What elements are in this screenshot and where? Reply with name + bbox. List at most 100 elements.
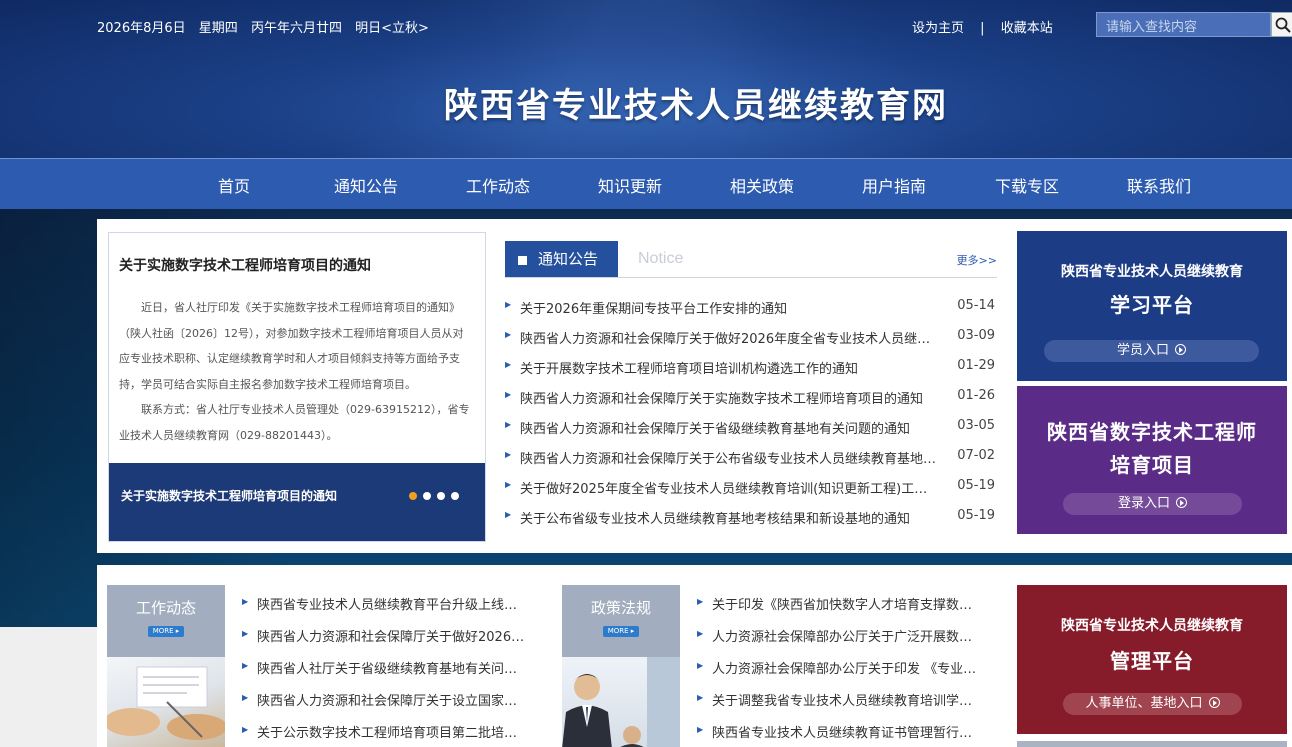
handshake-paper-image xyxy=(107,666,225,740)
notice-title[interactable]: 关于开展数字技术工程师培育项目培训机构遴选工作的通知 xyxy=(520,358,940,377)
list-item[interactable]: ▶ 陕西省人力资源和社会保障厅关于公布省级专业技术人员继续教育基地的通知 07-02 xyxy=(505,443,997,473)
notice-title[interactable]: 陕西省人力资源和社会保障厅关于省级继续教育基地有关问题的通知 xyxy=(520,418,940,437)
arrow-right-icon xyxy=(1175,344,1186,355)
notice-title[interactable]: 陕西省人力资源和社会保障厅关于实施数字技术工程师培育项目的通知 xyxy=(520,388,940,407)
management-platform-box[interactable]: 陕西省专业技术人员继续教育 管理平台 人事单位、基地入口 xyxy=(1017,585,1287,734)
date-text: 2026年8月6日 xyxy=(97,21,186,36)
notice-title[interactable]: 陕西省人力资源和社会保障厅关于做好2026年度全省专业技术人员继续教育工作的通知 xyxy=(520,328,940,347)
policy-title-item[interactable]: 人力资源社会保障部办公厅关于印发 《专业技术人员继续教育规定》的通知 xyxy=(712,658,982,677)
nav-work[interactable]: 工作动态 xyxy=(466,173,530,197)
notice-tab[interactable]: 通知公告 xyxy=(505,241,618,277)
digital-engineer-box[interactable]: 陕西省数字技术工程师 培育项目 登录入口 xyxy=(1017,386,1287,534)
bullet-icon: ▶ xyxy=(505,300,512,309)
list-item[interactable]: ▶ 关于公布省级专业技术人员继续教育基地考核结果和新设基地的通知 05-19 xyxy=(505,503,997,533)
notice-more-link[interactable]: 更多>> xyxy=(957,252,997,268)
list-item[interactable]: ▶ 关于开展数字技术工程师培育项目培训机构遴选工作的通知 01-29 xyxy=(505,353,997,383)
bullet-icon: ▶ xyxy=(697,629,704,638)
search-input[interactable]: 请输入查找内容 xyxy=(1096,12,1271,37)
study-platform-box[interactable]: 陕西省专业技术人员继续教育 学习平台 学员入口 xyxy=(1017,231,1287,381)
list-item[interactable]: ▶ 人力资源社会保障部办公厅关于印发 《专业技术人员继续教育规定》的通知 xyxy=(697,658,982,690)
slider-dot[interactable] xyxy=(451,492,459,500)
list-item[interactable]: ▶ 关于公示数字技术工程师培育项目第二批培训机构的公告 xyxy=(242,722,527,747)
work-more-button[interactable]: MORE ▸ xyxy=(148,626,184,637)
list-item[interactable]: ▶ 人力资源社会保障部办公厅关于广泛开展数字技术工程师培育项目的通知 xyxy=(697,626,982,658)
slider-dot[interactable] xyxy=(437,492,445,500)
bullet-icon: ▶ xyxy=(505,390,512,399)
student-login-button[interactable]: 学员入口 xyxy=(1044,340,1259,362)
nav-notice[interactable]: 通知公告 xyxy=(334,173,398,197)
management-login-button[interactable]: 人事单位、基地入口 xyxy=(1063,693,1242,715)
policy-header[interactable]: 政策法规 MORE ▸ xyxy=(562,585,680,657)
bullet-icon: ▶ xyxy=(505,510,512,519)
list-item[interactable]: ▶ 关于做好2025年度全省专业技术人员继续教育培训(知识更新工程)工作的通知 05… xyxy=(505,473,997,503)
nav-policy[interactable]: 相关政策 xyxy=(730,173,794,197)
digital-login-label: 登录入口 xyxy=(1117,496,1170,511)
list-item[interactable]: ▶ 陕西省人力资源和社会保障厅关于设立国家级专业技术人员继续教育基地的通知 xyxy=(242,690,527,722)
list-item[interactable]: ▶ 陕西省人社厅关于省级继续教育基地有关问题的通知 xyxy=(242,658,527,690)
list-item[interactable]: ▶ 陕西省专业技术人员继续教育平台升级上线的公告 xyxy=(242,594,527,626)
featured-slider[interactable]: 关于实施数字技术工程师培育项目的通知 近日，省人社厅印发《关于实施数字技术工程师… xyxy=(108,232,486,542)
policy-title-item[interactable]: 人力资源社会保障部办公厅关于广泛开展数字技术工程师培育项目的通知 xyxy=(712,626,982,645)
notice-list: ▶ 关于2026年重保期间专技平台工作安排的通知 05-14 ▶ 陕西省人力资源和社会… xyxy=(505,293,997,533)
list-item[interactable]: ▶ 陕西省人力资源和社会保障厅关于实施数字技术工程师培育项目的通知 01-26 xyxy=(505,383,997,413)
work-news-title-item[interactable]: 陕西省专业技术人员继续教育平台升级上线的公告 xyxy=(257,594,527,613)
study-platform-title: 学习平台 xyxy=(1110,293,1194,317)
list-item[interactable]: ▶ 陕西省人力资源和社会保障厅关于做好2026年度专业技术人员继续教育工作的通知 xyxy=(242,626,527,658)
notice-title[interactable]: 关于做好2025年度全省专业技术人员继续教育培训(知识更新工程)工作的通知 xyxy=(520,478,940,497)
bullet-icon: ▶ xyxy=(242,597,249,606)
search-icon xyxy=(1275,17,1291,33)
notice-title[interactable]: 关于2026年重保期间专技平台工作安排的通知 xyxy=(520,298,940,317)
digital-login-button[interactable]: 登录入口 xyxy=(1063,493,1242,515)
bullet-icon: ▶ xyxy=(242,629,249,638)
bullet-icon: ▶ xyxy=(697,597,704,606)
list-item[interactable]: ▶ 陕西省人力资源和社会保障厅关于做好2026年度全省专业技术人员继续教育工作的通… xyxy=(505,323,997,353)
nav-home[interactable]: 首页 xyxy=(218,173,250,197)
arrow-right-icon xyxy=(1176,497,1187,508)
list-item[interactable]: ▶ 陕西省专业技术人员继续教育证书管理暂行办法 xyxy=(697,722,982,747)
nav-knowledge[interactable]: 知识更新 xyxy=(598,173,662,197)
set-home-link[interactable]: 设为主页 xyxy=(912,21,964,36)
policy-more-button[interactable]: MORE ▸ xyxy=(603,626,639,637)
bullet-icon: ▶ xyxy=(697,725,704,734)
nav-contact[interactable]: 联系我们 xyxy=(1127,173,1191,197)
bookmark-link[interactable]: 收藏本站 xyxy=(1001,21,1053,36)
policy-title-item[interactable]: 关于印发《陕西省加快数字人才培育支撑数字经济发展实施方案》的通知 xyxy=(712,594,982,613)
policy-title-item[interactable]: 关于调整我省专业技术人员继续教育培训学时有关问题的通知 xyxy=(712,690,982,709)
work-news-title-item[interactable]: 陕西省人力资源和社会保障厅关于设立国家级专业技术人员继续教育基地的通知 xyxy=(257,690,527,709)
slide-caption-bar: 关于实施数字技术工程师培育项目的通知 xyxy=(109,463,485,541)
notice-date: 03-05 xyxy=(957,418,995,433)
notice-title[interactable]: 陕西省人力资源和社会保障厅关于公布省级专业技术人员继续教育基地的通知 xyxy=(520,448,940,467)
date-line: 2026年8月6日 星期四 丙午年六月廿四 明日<立秋> xyxy=(97,17,438,36)
notice-english-label: Notice xyxy=(638,250,684,267)
notice-title[interactable]: 关于公布省级专业技术人员继续教育基地考核结果和新设基地的通知 xyxy=(520,508,940,527)
work-news-title-item[interactable]: 陕西省人社厅关于省级继续教育基地有关问题的通知 xyxy=(257,658,527,677)
notice-date: 05-14 xyxy=(957,298,995,313)
policy-image xyxy=(562,657,680,747)
notice-date: 01-29 xyxy=(957,358,995,373)
policy-title: 政策法规 xyxy=(590,599,651,617)
nav-download[interactable]: 下载专区 xyxy=(995,173,1059,197)
slide-caption[interactable]: 关于实施数字技术工程师培育项目的通知 xyxy=(121,487,337,504)
work-news-image xyxy=(107,657,225,747)
nav-guide[interactable]: 用户指南 xyxy=(862,173,926,197)
student-login-label: 学员入口 xyxy=(1116,343,1169,358)
list-item[interactable]: ▶ 关于2026年重保期间专技平台工作安排的通知 05-14 xyxy=(505,293,997,323)
bullet-icon: ▶ xyxy=(505,450,512,459)
slider-dot-active[interactable] xyxy=(409,492,417,500)
list-item[interactable]: ▶ 陕西省人力资源和社会保障厅关于省级继续教育基地有关问题的通知 03-05 xyxy=(505,413,997,443)
digital-engineer-subtitle: 培育项目 xyxy=(1110,453,1194,477)
top-links: 设为主页 | 收藏本站 xyxy=(912,17,1053,36)
work-news-title-item[interactable]: 关于公示数字技术工程师培育项目第二批培训机构的公告 xyxy=(257,722,527,741)
notice-date: 03-09 xyxy=(957,328,995,343)
work-news-header[interactable]: 工作动态 MORE ▸ xyxy=(107,585,225,657)
bullet-icon: ▶ xyxy=(242,693,249,702)
list-item[interactable]: ▶ 关于印发《陕西省加快数字人才培育支撑数字经济发展实施方案》的通知 xyxy=(697,594,982,626)
next-box-edge xyxy=(1017,741,1287,747)
search-button[interactable] xyxy=(1271,12,1292,37)
work-news-title-item[interactable]: 陕西省人力资源和社会保障厅关于做好2026年度专业技术人员继续教育工作的通知 xyxy=(257,626,527,645)
list-item[interactable]: ▶ 关于调整我省专业技术人员继续教育培训学时有关问题的通知 xyxy=(697,690,982,722)
slider-dot[interactable] xyxy=(423,492,431,500)
main-nav: 首页 通知公告 工作动态 知识更新 相关政策 用户指南 下载专区 联系我们 xyxy=(0,158,1292,209)
slide-title[interactable]: 关于实施数字技术工程师培育项目的通知 xyxy=(119,255,371,275)
policy-title-item[interactable]: 陕西省专业技术人员继续教育证书管理暂行办法 xyxy=(712,722,982,741)
